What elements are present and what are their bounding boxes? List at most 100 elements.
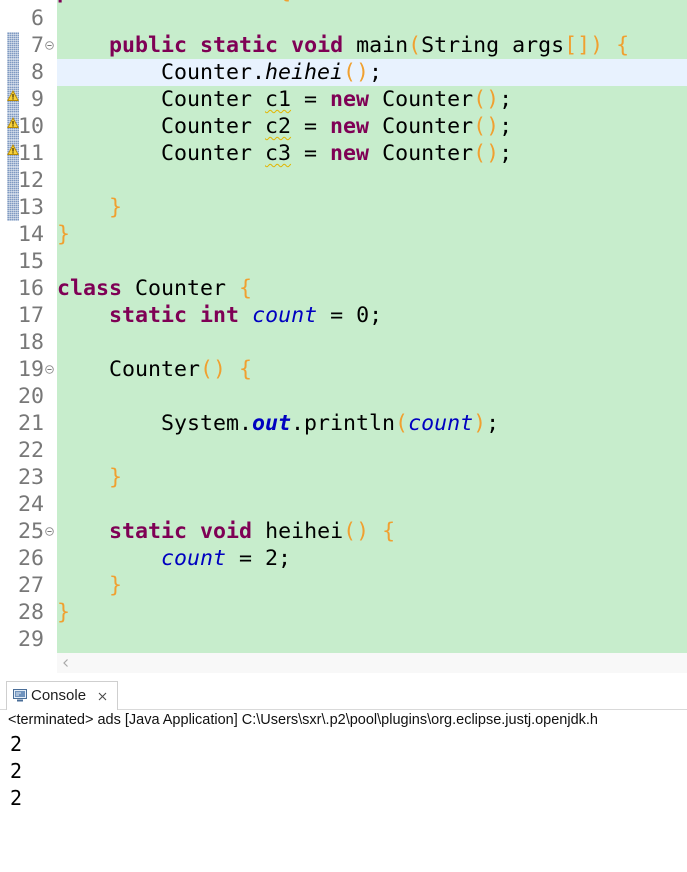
- code-line[interactable]: [57, 491, 687, 518]
- line-gutter: 6: [0, 5, 57, 32]
- code-line[interactable]: static int count = 0;: [57, 302, 687, 329]
- code-text: ;: [499, 114, 513, 139]
- bracket-token: (: [395, 411, 409, 436]
- code-line[interactable]: System.out.println(count);: [57, 410, 687, 437]
- keyword-token: static: [200, 33, 279, 58]
- line-number: 19: [17, 357, 44, 382]
- code-line[interactable]: Counter.heihei();: [57, 59, 687, 86]
- code-line[interactable]: [57, 626, 687, 653]
- line-gutter: 27: [0, 572, 57, 599]
- code-line[interactable]: Counter c1 = new Counter();: [57, 86, 687, 113]
- bracket-token: }: [109, 573, 123, 598]
- code-line-row: 18: [0, 329, 687, 356]
- line-gutter: 28: [0, 599, 57, 626]
- code-line[interactable]: public static void main(String args[]) {: [57, 32, 687, 59]
- line-number: 27: [17, 573, 44, 598]
- code-line-row: 27 }: [0, 572, 687, 599]
- line-number: 28: [17, 600, 44, 625]
- code-line[interactable]: }: [57, 194, 687, 221]
- code-text: Counter: [57, 87, 266, 112]
- code-text: =: [291, 114, 331, 139]
- bracket-token: {: [239, 276, 253, 301]
- code-line[interactable]: static void heihei() {: [57, 518, 687, 545]
- code-line[interactable]: }: [57, 464, 687, 491]
- code-text: Counter: [57, 357, 201, 382]
- line-gutter: 13: [0, 194, 57, 221]
- line-number: 11: [17, 141, 44, 166]
- bracket-token: (): [473, 87, 500, 112]
- line-number: 21: [17, 411, 44, 436]
- code-line[interactable]: }: [57, 599, 687, 626]
- collapse-icon[interactable]: [45, 365, 54, 374]
- code-line-row: 13 }: [0, 194, 687, 221]
- line-gutter: 29: [0, 626, 57, 653]
- code-line-row: 7 public static void main(String args[])…: [0, 32, 687, 59]
- collapse-icon[interactable]: [45, 527, 54, 536]
- line-gutter: 9: [0, 86, 57, 113]
- line-number: 25: [17, 519, 44, 544]
- line-gutter: 18: [0, 329, 57, 356]
- change-marker: [7, 59, 19, 86]
- line-gutter: 19: [0, 356, 57, 383]
- code-text: ;: [369, 60, 383, 85]
- code-line[interactable]: class Counter {: [57, 275, 687, 302]
- code-text: .println: [291, 411, 396, 436]
- line-number: 29: [17, 627, 44, 652]
- code-editor[interactable]: 5public class ads {67 public static void…: [0, 0, 687, 653]
- code-line[interactable]: }: [57, 572, 687, 599]
- bracket-token: (): [343, 519, 370, 544]
- line-gutter: 11: [0, 140, 57, 167]
- unused-variable-token: c2: [265, 114, 292, 139]
- code-line-row: 25 static void heihei() {: [0, 518, 687, 545]
- close-icon[interactable]: [98, 692, 107, 701]
- code-line[interactable]: count = 2;: [57, 545, 687, 572]
- code-line[interactable]: [57, 383, 687, 410]
- code-line[interactable]: Counter c2 = new Counter();: [57, 113, 687, 140]
- code-line[interactable]: }: [57, 221, 687, 248]
- line-number: 10: [17, 114, 44, 139]
- code-line[interactable]: [57, 329, 687, 356]
- code-line[interactable]: Counter c3 = new Counter();: [57, 140, 687, 167]
- code-line[interactable]: [57, 437, 687, 464]
- bracket-token: (): [343, 60, 370, 85]
- code-line[interactable]: [57, 248, 687, 275]
- code-text: = 0;: [317, 303, 383, 328]
- change-marker: [7, 32, 19, 59]
- keyword-token: new: [330, 141, 370, 166]
- console-output-line: 2: [10, 759, 23, 783]
- line-number: 20: [17, 384, 44, 409]
- keyword-token: static: [109, 303, 188, 328]
- code-text: =: [291, 141, 331, 166]
- warning-icon[interactable]: [7, 90, 19, 102]
- tab-console[interactable]: Console: [6, 681, 118, 710]
- console-output[interactable]: 2 2 2: [10, 731, 680, 812]
- line-number: 9: [30, 87, 44, 112]
- line-number: 23: [17, 465, 44, 490]
- unused-variable-token: c3: [265, 141, 292, 166]
- line-gutter: 21: [0, 410, 57, 437]
- code-line-row: 17 static int count = 0;: [0, 302, 687, 329]
- line-number: 24: [17, 492, 44, 517]
- code-line[interactable]: [57, 167, 687, 194]
- line-gutter: 17: [0, 302, 57, 329]
- static-field-token: count: [252, 303, 318, 328]
- code-line-row: 8 Counter.heihei();: [0, 59, 687, 86]
- keyword-token: class: [148, 0, 213, 4]
- code-line[interactable]: [57, 5, 687, 32]
- line-gutter: 15: [0, 248, 57, 275]
- line-number: 12: [17, 168, 44, 193]
- code-line[interactable]: Counter() {: [57, 356, 687, 383]
- bracket-token: {: [239, 357, 253, 382]
- collapse-icon[interactable]: [45, 41, 54, 50]
- chevron-left-icon[interactable]: [61, 658, 71, 668]
- code-line-row: 24: [0, 491, 687, 518]
- horizontal-scrollbar[interactable]: [57, 653, 687, 673]
- bracket-token: (): [200, 357, 227, 382]
